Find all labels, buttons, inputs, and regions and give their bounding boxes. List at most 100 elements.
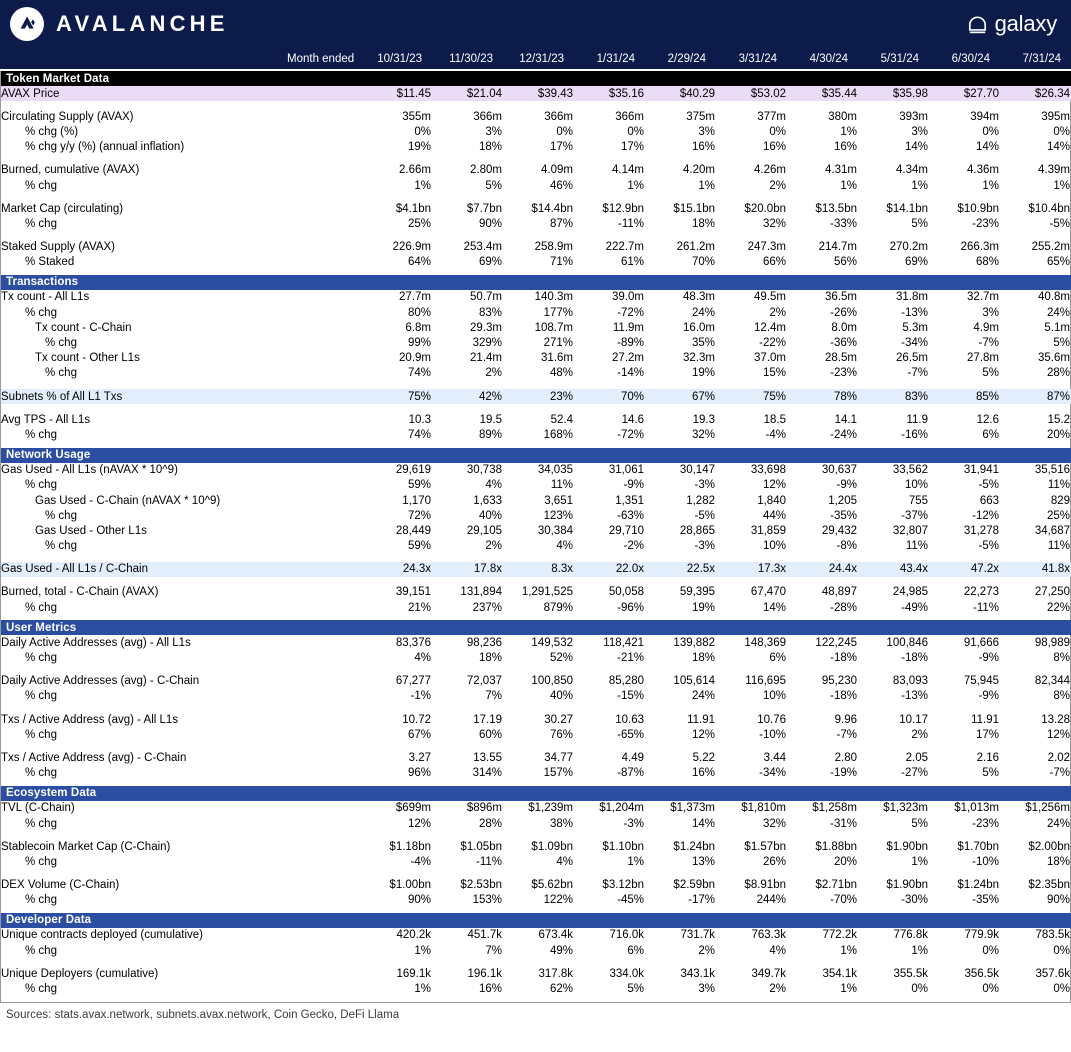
metric-value: -36% [830,337,857,350]
metric-value: -72% [617,306,644,319]
metric-value: 8% [1053,690,1070,703]
metric-value: 29,710 [608,524,644,537]
metric-value: 29,105 [466,524,502,537]
metric-label: % chg [45,509,77,522]
metric-value: 26% [762,855,786,868]
metric-value: 6.8m [405,321,431,334]
metric-value: 4.34m [896,164,928,177]
avalanche-brand: AVALANCHE [10,7,229,41]
metric-value: 3% [485,125,502,138]
metric-label: % chg [45,337,77,350]
metric-value: 420.2k [396,929,431,942]
label-gutter [288,335,360,350]
metric-value: 75% [360,389,431,405]
metric-value: 24.3x [360,561,431,577]
metrics-table: Token Market Data AVAX Price $11.45 $21.04 $… [1,71,1071,1002]
metric-value: 67% [644,389,715,405]
metric-value: 99% [407,337,431,350]
table-row: Tx count - C-Chain 6.8m 29.3m 108.7m 11.9m 16… [1,320,1071,335]
label-gutter [288,427,360,442]
metric-value: 52.4 [550,413,573,426]
metric-value: -34% [759,767,786,780]
label-gutter [288,712,360,727]
month-ended-label: Month ended [287,48,359,69]
metric-value: 20% [1046,428,1070,441]
metric-value: 4% [556,855,573,868]
label-gutter [288,508,360,523]
metric-value: $2.71bn [815,879,857,892]
avalanche-metrics-sheet: AVALANCHE galaxy Month ended 10/31/23 11/3… [0,0,1071,1052]
metric-value: -63% [617,509,644,522]
metric-value: 8.0m [831,321,857,334]
metric-value: $14.1bn [886,202,928,215]
metric-value: 14% [1046,141,1070,154]
metric-label: % chg [25,652,57,665]
metric-value: 2.05 [905,751,928,764]
metric-value: 28% [478,817,502,830]
metric-value: 14.6 [621,413,644,426]
metric-value: $5.62bn [531,879,573,892]
metric-value: $1,256m [1025,802,1070,815]
metric-label: AVAX Price [1,86,288,102]
metric-value: -49% [901,601,928,614]
metric-value: 31.6m [541,352,573,365]
metric-value: 153% [472,894,502,907]
metric-value: -9% [978,690,999,703]
metric-value: 2.80 [834,751,857,764]
metric-value: 2% [485,367,502,380]
label-gutter [288,561,360,577]
metric-value: 30.27 [544,713,573,726]
metric-value: 258.9m [534,241,573,254]
metric-value: 19% [691,601,715,614]
metric-value: -17% [688,894,715,907]
section-header-token-market-data: Token Market Data [1,71,1071,86]
label-gutter [288,463,360,478]
table-row: % chg (%)0%3%0%0%3%0%1%3%0%0%3% [1,124,1071,139]
metric-value: 329% [472,337,502,350]
metric-value: 18% [691,652,715,665]
metric-value: 6% [769,652,786,665]
metric-value: 10.72 [402,713,431,726]
table-row: Gas Used - All L1s / C-Chain 24.3x 17.8x 8.… [1,561,1071,577]
metric-value: 12% [762,479,786,492]
row-spacer [1,577,1071,585]
metric-value: 90% [1046,894,1070,907]
metric-value: 90% [407,894,431,907]
spacer-cell [1,554,1071,562]
metric-value: -34% [901,337,928,350]
metric-value: 50,058 [608,586,644,599]
metric-value: 1,351 [615,494,644,507]
metric-value: $1.24bn [673,840,715,853]
metric-value: 33,698 [750,464,786,477]
metric-value: $7.7bn [466,202,502,215]
metric-value: 27.7m [399,291,431,304]
metric-value: 0% [982,944,999,957]
metric-label: Txs / Active Address (avg) - C-Chain [1,751,187,764]
metric-value: 17% [620,141,644,154]
row-spacer [1,193,1071,201]
metric-value: 69% [904,256,928,269]
label-gutter [288,928,360,943]
metric-label: % chg [25,983,57,996]
metric-value: 80% [407,306,431,319]
metric-value: 118,421 [603,636,644,649]
row-spacer [1,554,1071,562]
label-gutter [288,109,360,124]
metric-value: 380m [828,110,857,123]
table-row: Market Cap (circulating) $4.1bn $7.7bn $14.… [1,201,1071,216]
metric-value: -8% [836,540,857,553]
label-gutter [288,766,360,781]
column-header-date: 1/31/24 [572,48,643,69]
section-header-transactions: Transactions [1,274,1071,290]
table-row: Unique Deployers (cumulative) 169.1k 196.1… [1,966,1071,981]
metric-value: 41.8x [999,561,1070,577]
metric-value: -14% [617,367,644,380]
metric-label: % chg [25,767,57,780]
report-banner: AVALANCHE galaxy [0,0,1071,48]
label-gutter [288,351,360,366]
metric-value: 1% [911,944,928,957]
metric-value: 5% [982,367,999,380]
label-gutter [288,674,360,689]
metric-value: 237% [472,601,502,614]
metric-value: 1,633 [473,494,502,507]
